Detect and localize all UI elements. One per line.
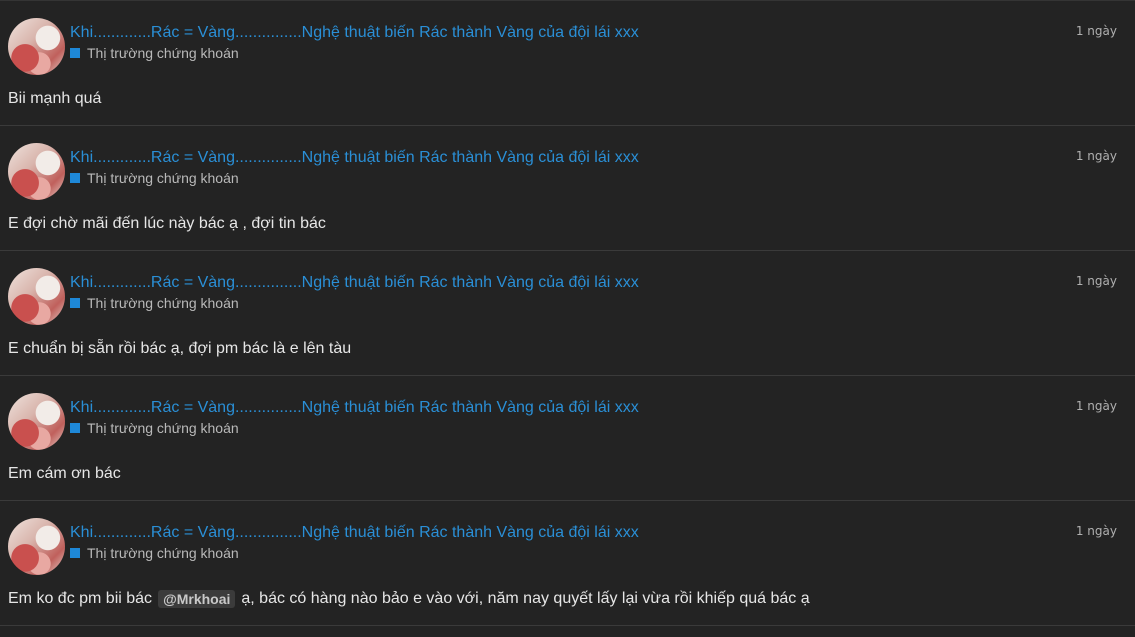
post-body: Em cám ơn bác <box>8 465 121 483</box>
post-text: E đợi chờ mãi đến lúc này bác ạ , đợi ti… <box>8 215 326 232</box>
post-timestamp: 1 ngày <box>1075 24 1117 38</box>
category-tag[interactable]: Thị trường chứng khoán <box>70 420 239 436</box>
post-item: Khi.............Rác = Vàng..............… <box>0 501 1135 626</box>
post-body: Bii mạnh quá <box>8 90 101 108</box>
category-color-icon <box>70 298 80 308</box>
category-color-icon <box>70 548 80 558</box>
post-text: Em cám ơn bác <box>8 465 121 482</box>
category-tag[interactable]: Thị trường chứng khoán <box>70 545 239 561</box>
category-color-icon <box>70 173 80 183</box>
avatar[interactable] <box>8 393 65 450</box>
category-color-icon <box>70 48 80 58</box>
category-label: Thị trường chứng khoán <box>87 45 239 61</box>
avatar[interactable] <box>8 518 65 575</box>
avatar[interactable] <box>8 18 65 75</box>
post-timestamp: 1 ngày <box>1075 399 1117 413</box>
category-tag[interactable]: Thị trường chứng khoán <box>70 170 239 186</box>
category-tag[interactable]: Thị trường chứng khoán <box>70 295 239 311</box>
category-label: Thị trường chứng khoán <box>87 295 239 311</box>
post-text: Bii mạnh quá <box>8 90 102 107</box>
post-item: Khi.............Rác = Vàng..............… <box>0 251 1135 376</box>
post-body: E chuẩn bị sẵn rồi bác ạ, đợi pm bác là … <box>8 340 351 358</box>
post-timestamp: 1 ngày <box>1075 149 1117 163</box>
thread-title-link[interactable]: Khi.............Rác = Vàng..............… <box>70 24 639 42</box>
thread-title-link[interactable]: Khi.............Rác = Vàng..............… <box>70 399 639 417</box>
category-label: Thị trường chứng khoán <box>87 420 239 436</box>
post-timestamp: 1 ngày <box>1075 524 1117 538</box>
thread-title-link[interactable]: Khi.............Rác = Vàng..............… <box>70 524 639 542</box>
post-text: Em ko đc pm bii bác <box>8 590 153 607</box>
thread-title-link[interactable]: Khi.............Rác = Vàng..............… <box>70 274 639 292</box>
category-label: Thị trường chứng khoán <box>87 170 239 186</box>
user-mention-link[interactable]: @Mrkhoai <box>158 590 236 608</box>
post-body: Em ko đc pm bii bác @Mrkhoai ạ, bác có h… <box>8 590 810 608</box>
thread-title-link[interactable]: Khi.............Rác = Vàng..............… <box>70 149 639 167</box>
avatar[interactable] <box>8 143 65 200</box>
category-tag[interactable]: Thị trường chứng khoán <box>70 45 239 61</box>
post-feed: Khi.............Rác = Vàng..............… <box>0 0 1135 637</box>
category-label: Thị trường chứng khoán <box>87 545 239 561</box>
post-body: E đợi chờ mãi đến lúc này bác ạ , đợi ti… <box>8 215 326 233</box>
post-timestamp: 1 ngày <box>1075 274 1117 288</box>
post-item: Khi.............Rác = Vàng..............… <box>0 376 1135 501</box>
post-text: E chuẩn bị sẵn rồi bác ạ, đợi pm bác là … <box>8 340 352 357</box>
post-item: Khi.............Rác = Vàng..............… <box>0 1 1135 126</box>
avatar[interactable] <box>8 268 65 325</box>
post-item: Khi.............Rác = Vàng..............… <box>0 126 1135 251</box>
category-color-icon <box>70 423 80 433</box>
post-text-continued: ạ, bác có hàng nào bảo e vào với, năm na… <box>241 590 810 607</box>
